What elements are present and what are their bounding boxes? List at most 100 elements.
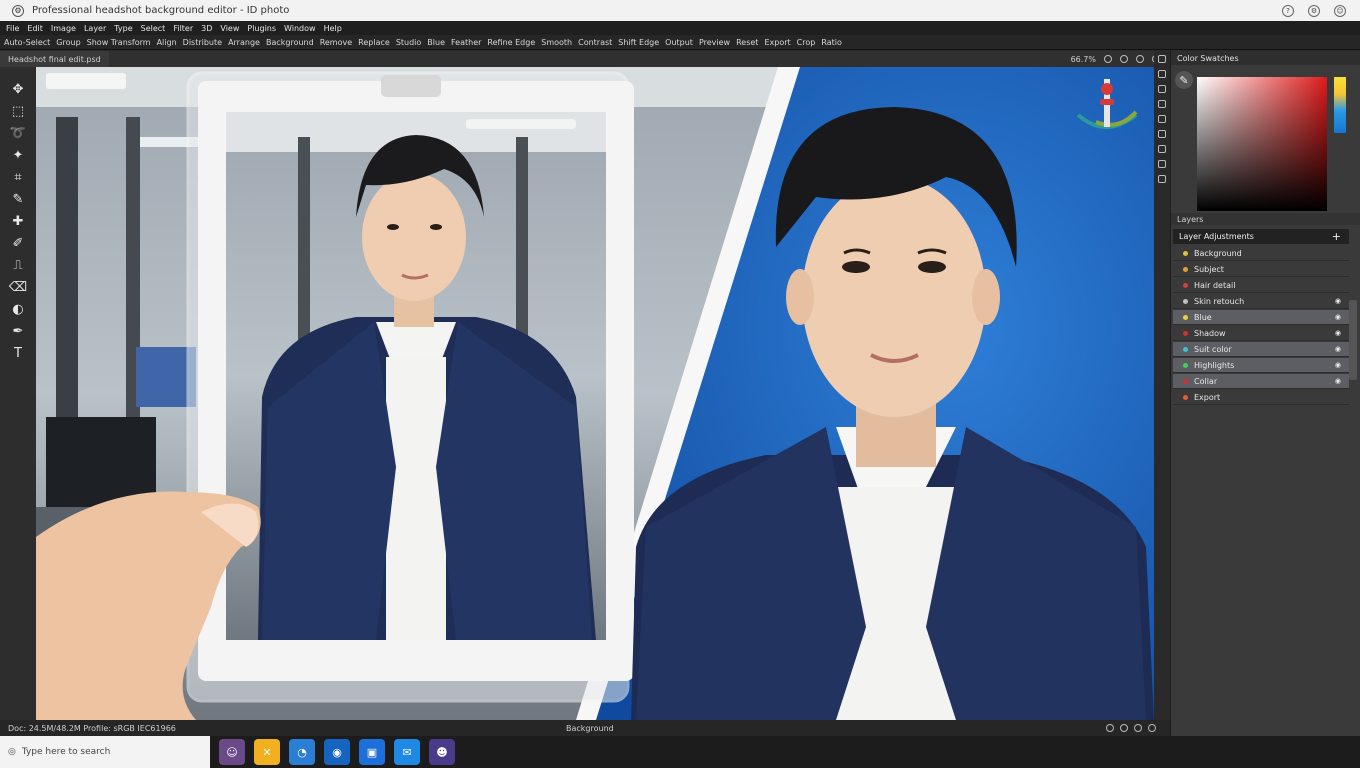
hue-slider[interactable] [1334,77,1346,133]
panel-scrollbar[interactable] [1349,300,1357,380]
brush-settings-icon[interactable] [1158,100,1166,108]
photo-app-icon[interactable]: ☺ [219,739,245,765]
option-item[interactable]: Blue [427,38,445,47]
zoom-level[interactable]: 66.7% [1071,55,1096,64]
eyedropper-icon[interactable]: ✎ [1175,71,1193,89]
color-panel-header[interactable]: Color Swatches [1171,51,1360,65]
help-icon[interactable]: ? [1282,4,1294,17]
menu-item[interactable]: View [220,24,239,33]
magic-wand-tool-icon[interactable]: ✦ [8,147,28,164]
option-item[interactable]: Distribute [183,38,222,47]
eyedropper-tool-icon[interactable]: ✎ [8,191,28,208]
grid-icon[interactable] [1134,724,1142,732]
layer-row[interactable]: Blue ◉ [1173,310,1349,325]
option-item[interactable]: Remove [320,38,352,47]
brush-tool-icon[interactable]: ✐ [8,235,28,252]
layers-panel-header[interactable]: Layer Adjustments + [1173,229,1349,244]
eraser-tool-icon[interactable]: ⌫ [8,279,28,296]
option-item[interactable]: Contrast [578,38,612,47]
styles-icon[interactable] [1158,145,1166,153]
browser-app-icon[interactable]: ◔ [289,739,315,765]
layer-visibility-icon[interactable]: ◉ [1335,313,1341,321]
move-tool-icon[interactable]: ✥ [8,81,28,98]
menu-item[interactable]: Edit [27,24,43,33]
option-item[interactable]: Reset [736,38,758,47]
settings-icon[interactable]: ⚙ [1308,4,1320,17]
camera-app-icon[interactable]: ◉ [324,739,350,765]
color-picker-field[interactable] [1197,77,1327,211]
option-item[interactable]: Output [665,38,693,47]
add-layer-icon[interactable]: + [1332,230,1341,243]
layer-row[interactable]: Background [1173,246,1349,261]
user-icon[interactable]: ☺ [1334,4,1346,17]
option-item[interactable]: Export [764,38,790,47]
menu-item[interactable]: Select [141,24,166,33]
stamp-tool-icon[interactable]: ⎍ [8,257,28,274]
adjustments-icon[interactable] [1158,85,1166,93]
option-item[interactable]: Crop [797,38,816,47]
info-icon[interactable] [1158,160,1166,168]
option-item[interactable]: Refine Edge [487,38,535,47]
layer-row[interactable]: Export [1173,390,1349,405]
zoom-in-icon[interactable] [1120,55,1128,63]
canvas[interactable] [36,67,1154,720]
layer-visibility-icon[interactable]: ◉ [1335,297,1341,305]
crop-tool-icon[interactable]: ⌗ [8,169,28,186]
layer-visibility-icon[interactable]: ◉ [1335,329,1341,337]
menu-item[interactable]: Filter [173,24,193,33]
menu-item[interactable]: Type [114,24,132,33]
option-item[interactable]: Show Transform [87,38,151,47]
layer-row[interactable]: Hair detail [1173,278,1349,293]
gallery-app-icon[interactable]: ▣ [359,739,385,765]
menu-item[interactable]: File [6,24,19,33]
option-item[interactable]: Ratio [821,38,842,47]
undo-icon[interactable] [1106,724,1114,732]
option-item[interactable]: Studio [396,38,421,47]
profile-app-icon[interactable]: ☻ [429,739,455,765]
option-item[interactable]: Replace [358,38,390,47]
option-item[interactable]: Background [266,38,314,47]
menu-item[interactable]: Plugins [247,24,276,33]
option-item[interactable]: Shift Edge [618,38,659,47]
menu-item[interactable]: Window [284,24,316,33]
layer-row[interactable]: Skin retouch ◉ [1173,294,1349,309]
text-tool-icon[interactable]: T [8,345,28,362]
fit-screen-icon[interactable] [1136,55,1144,63]
chat-app-icon[interactable]: ✉ [394,739,420,765]
zoom-out-icon[interactable] [1104,55,1112,63]
channels-icon[interactable] [1158,115,1166,123]
marquee-tool-icon[interactable]: ⬚ [8,103,28,120]
menu-item[interactable]: 3D [201,24,212,33]
layer-row[interactable]: Highlights ◉ [1173,358,1349,373]
history-icon[interactable] [1158,55,1166,63]
layer-visibility-icon[interactable]: ◉ [1335,377,1341,385]
layer-row[interactable]: Collar ◉ [1173,374,1349,389]
paths-icon[interactable] [1158,130,1166,138]
layer-visibility-icon[interactable]: ◉ [1335,361,1341,369]
menu-item[interactable]: Layer [84,24,106,33]
healing-tool-icon[interactable]: ✚ [8,213,28,230]
option-item[interactable]: Arrange [228,38,260,47]
gradient-tool-icon[interactable]: ◐ [8,301,28,318]
ruler-icon[interactable] [1148,724,1156,732]
option-item[interactable]: Smooth [541,38,572,47]
menu-item[interactable]: Help [324,24,342,33]
lasso-tool-icon[interactable]: ➰ [8,125,28,142]
option-item[interactable]: Auto-Select [4,38,50,47]
tools-app-icon[interactable]: ✕ [254,739,280,765]
option-item[interactable]: Preview [699,38,730,47]
taskbar-search[interactable]: ◎ Type here to search [0,736,210,768]
menu-item[interactable]: Image [51,24,76,33]
layer-visibility-icon[interactable]: ◉ [1335,345,1341,353]
pen-tool-icon[interactable]: ✒ [8,323,28,340]
option-item[interactable]: Feather [451,38,481,47]
option-item[interactable]: Align [157,38,177,47]
layer-row[interactable]: Shadow ◉ [1173,326,1349,341]
layer-row[interactable]: Suit color ◉ [1173,342,1349,357]
option-item[interactable]: Group [56,38,80,47]
layer-row[interactable]: Subject [1173,262,1349,277]
navigator-icon[interactable] [1158,175,1166,183]
document-tab[interactable]: Headshot final edit.psd [0,51,109,67]
redo-icon[interactable] [1120,724,1128,732]
properties-icon[interactable] [1158,70,1166,78]
